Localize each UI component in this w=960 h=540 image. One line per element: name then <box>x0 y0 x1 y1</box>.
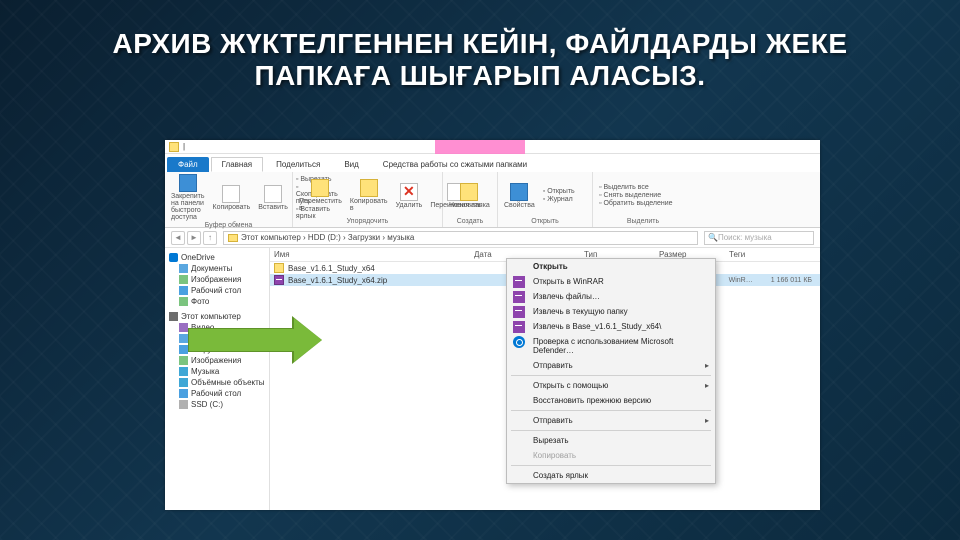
file-name: Base_v1.6.1_Study_x64 <box>288 264 375 273</box>
winrar-icon <box>513 321 525 333</box>
ctx-send-to[interactable]: Отправить <box>507 413 715 428</box>
ctx-restore[interactable]: Восстановить прежнюю версию <box>507 393 715 408</box>
breadcrumb[interactable]: Этот компьютер › HDD (D:) › Загрузки › м… <box>223 231 698 245</box>
tab-home[interactable]: Главная <box>211 157 263 172</box>
ctx-share[interactable]: Отправить <box>507 358 715 373</box>
folder-icon <box>169 142 179 152</box>
ctx-separator <box>511 375 711 376</box>
group-clipboard-label: Буфер обмена <box>171 221 286 229</box>
tab-view[interactable]: Вид <box>333 157 369 172</box>
nav-onedrive[interactable]: OneDrive <box>167 252 267 263</box>
nav-pictures[interactable]: Изображения <box>167 274 267 285</box>
ctx-create-shortcut[interactable]: Создать ярлык <box>507 468 715 483</box>
col-name: Имя <box>274 250 454 259</box>
nav-this-pc[interactable]: Этот компьютер <box>167 311 267 322</box>
copy-to-button[interactable]: Копировать в <box>350 179 388 212</box>
group-new-label: Создать <box>449 217 491 225</box>
winrar-icon <box>513 306 525 318</box>
pin-button[interactable]: Закрепить на панели быстрого доступа <box>171 174 205 221</box>
nav-music[interactable]: Музыка <box>167 366 267 377</box>
winrar-icon <box>513 276 525 288</box>
delete-button[interactable]: Удалить <box>396 183 423 209</box>
context-menu: Открыть Открыть в WinRAR Извлечь файлы… … <box>506 258 716 484</box>
search-placeholder: Поиск: музыка <box>718 233 772 242</box>
nav-3d-objects[interactable]: Объёмные объекты <box>167 377 267 388</box>
ctx-open-winrar[interactable]: Открыть в WinRAR <box>507 274 715 289</box>
nav-desktop[interactable]: Рабочий стол <box>167 285 267 296</box>
breadcrumb-text: Этот компьютер › HDD (D:) › Загрузки › м… <box>241 233 414 242</box>
nav-desktop-2[interactable]: Рабочий стол <box>167 388 267 399</box>
history-button[interactable]: Журнал <box>543 196 575 203</box>
defender-icon <box>513 336 525 348</box>
up-button[interactable]: ↑ <box>203 231 217 245</box>
ctx-cut[interactable]: Вырезать <box>507 433 715 448</box>
ctx-open[interactable]: Открыть <box>507 259 715 274</box>
slide-title: АРХИВ ЖҮКТЕЛГЕННЕН КЕЙІН, ФАЙЛДАРДЫ ЖЕКЕ… <box>80 28 880 92</box>
select-all-button[interactable]: Выделить все <box>599 184 673 191</box>
search-icon: 🔍 <box>708 233 718 242</box>
ctx-separator <box>511 465 711 466</box>
ctx-open-with[interactable]: Открыть с помощью <box>507 378 715 393</box>
file-list: Имя Дата Тип Размер Теги Base_v1.6.1_Stu… <box>270 248 820 510</box>
nav-documents[interactable]: Документы <box>167 263 267 274</box>
ribbon-open-button[interactable]: Открыть <box>543 188 575 195</box>
nav-pane: OneDrive Документы Изображения Рабочий с… <box>165 248 270 510</box>
file-meta: WinR… 1 166 011 КБ <box>729 277 812 284</box>
ctx-defender[interactable]: Проверка с использованием Microsoft Defe… <box>507 334 715 358</box>
ctx-separator <box>511 430 711 431</box>
group-open-label: Открыть <box>504 217 586 225</box>
tab-compress[interactable]: Средства работы со сжатыми папками <box>372 157 538 172</box>
tab-file[interactable]: Файл <box>167 157 209 172</box>
ctx-extract-to[interactable]: Извлечь в Base_v1.6.1_Study_x64\ <box>507 319 715 334</box>
nav-images-2[interactable]: Изображения <box>167 355 267 366</box>
winrar-icon <box>513 291 525 303</box>
file-name: Base_v1.6.1_Study_x64.zip <box>288 276 387 285</box>
paste-button[interactable]: Вставить <box>258 185 288 211</box>
select-none-button[interactable]: Снять выделение <box>599 192 673 199</box>
search-input[interactable]: 🔍 Поиск: музыка <box>704 231 814 245</box>
group-organize-label: Упорядочить <box>299 217 436 225</box>
group-select-label: Выделить <box>599 217 687 225</box>
archive-icon <box>274 275 284 285</box>
contextual-tab-extract <box>435 140 525 154</box>
nav-downloads[interactable]: Загрузки <box>167 344 267 355</box>
qat-sep: | <box>183 142 185 151</box>
ctx-copy[interactable]: Копировать <box>507 448 715 463</box>
invert-selection-button[interactable]: Обратить выделение <box>599 200 673 207</box>
nav-ssd[interactable]: SSD (C:) <box>167 399 267 410</box>
copy-button[interactable]: Копировать <box>213 185 251 211</box>
tab-share[interactable]: Поделиться <box>265 157 331 172</box>
nav-photo[interactable]: Фото <box>167 296 267 307</box>
folder-icon <box>274 263 284 273</box>
explorer-window: | Файл Главная Поделиться Вид Средства р… <box>165 140 820 510</box>
ctx-extract-here[interactable]: Извлечь в текущую папку <box>507 304 715 319</box>
ribbon-tabs: Файл Главная Поделиться Вид Средства раб… <box>165 154 820 172</box>
ribbon: Закрепить на панели быстрого доступа Коп… <box>165 172 820 228</box>
properties-button[interactable]: Свойства <box>504 183 535 209</box>
nav-documents-2[interactable]: Документы <box>167 333 267 344</box>
address-bar-row: ◄ ► ↑ Этот компьютер › HDD (D:) › Загруз… <box>165 228 820 248</box>
nav-videos[interactable]: Видео <box>167 322 267 333</box>
forward-button[interactable]: ► <box>187 231 201 245</box>
folder-icon <box>228 234 238 242</box>
ctx-separator <box>511 410 711 411</box>
ctx-extract-files[interactable]: Извлечь файлы… <box>507 289 715 304</box>
col-tags: Теги <box>729 250 745 259</box>
move-to-button[interactable]: Переместить в <box>299 179 342 212</box>
back-button[interactable]: ◄ <box>171 231 185 245</box>
